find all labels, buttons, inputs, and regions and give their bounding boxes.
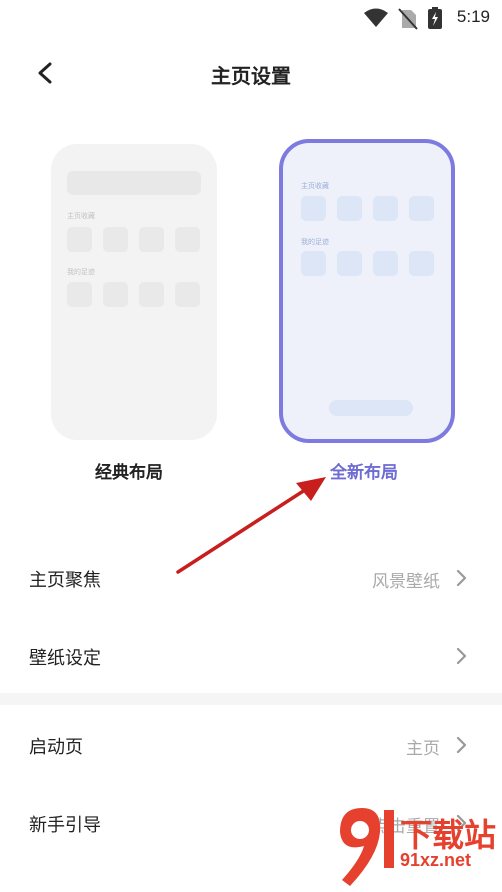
91-logo-icon [340, 808, 394, 886]
row-value: 风景壁纸 [372, 572, 440, 592]
tile-placeholder [175, 227, 200, 252]
status-time: 5:19 [456, 7, 490, 26]
tile-placeholder [409, 196, 434, 221]
section-divider [0, 693, 502, 705]
tile-placeholder [409, 251, 434, 276]
new-layout-card[interactable]: 主页收藏 我的足迹 [279, 139, 455, 443]
no-sim-icon [398, 8, 418, 30]
wifi-icon [364, 8, 388, 27]
tile-placeholder [175, 282, 200, 307]
tile-placeholder [373, 251, 398, 276]
new-layout-label[interactable]: 全新布局 [330, 458, 398, 483]
tile-placeholder [337, 251, 362, 276]
row-label: 启动页 [29, 737, 83, 758]
classic-layout-card[interactable]: 主页收藏 我的足迹 [51, 144, 217, 440]
chevron-right-icon [456, 737, 467, 753]
tile-placeholder [67, 227, 92, 252]
row-label: 壁纸设定 [29, 648, 101, 669]
watermark: 下载站 91xz.net [330, 802, 502, 892]
search-bar-placeholder [67, 171, 201, 195]
favorites-section-label: 主页收藏 [67, 212, 95, 220]
row-wallpaper-setting[interactable]: 壁纸设定 [0, 626, 502, 686]
tile-placeholder [139, 282, 164, 307]
tile-placeholder [139, 227, 164, 252]
row-home-focus[interactable]: 主页聚焦 风景壁纸 [0, 548, 502, 608]
page-title: 主页设置 [211, 64, 291, 88]
header: 主页设置 [0, 50, 502, 96]
tile-placeholder [103, 227, 128, 252]
row-launch-page[interactable]: 启动页 主页 [0, 715, 502, 775]
bottom-bar-placeholder [329, 400, 413, 416]
classic-layout-label[interactable]: 经典布局 [95, 458, 163, 483]
watermark-url: 91xz.net [400, 850, 472, 870]
chevron-right-icon [456, 570, 467, 586]
tile-placeholder [301, 251, 326, 276]
battery-charging-icon [428, 7, 442, 29]
chevron-right-icon [456, 648, 467, 664]
row-value: 主页 [406, 739, 440, 759]
history-section-label: 我的足迹 [67, 268, 95, 276]
history-section-label: 我的足迹 [301, 238, 329, 246]
tile-placeholder [103, 282, 128, 307]
tile-placeholder [301, 196, 326, 221]
row-label: 新手引导 [29, 815, 101, 836]
tile-placeholder [337, 196, 362, 221]
tile-placeholder [67, 282, 92, 307]
row-label: 主页聚焦 [29, 570, 101, 591]
favorites-section-label: 主页收藏 [301, 182, 329, 190]
status-bar: 5:19 [0, 0, 502, 36]
tile-placeholder [373, 196, 398, 221]
